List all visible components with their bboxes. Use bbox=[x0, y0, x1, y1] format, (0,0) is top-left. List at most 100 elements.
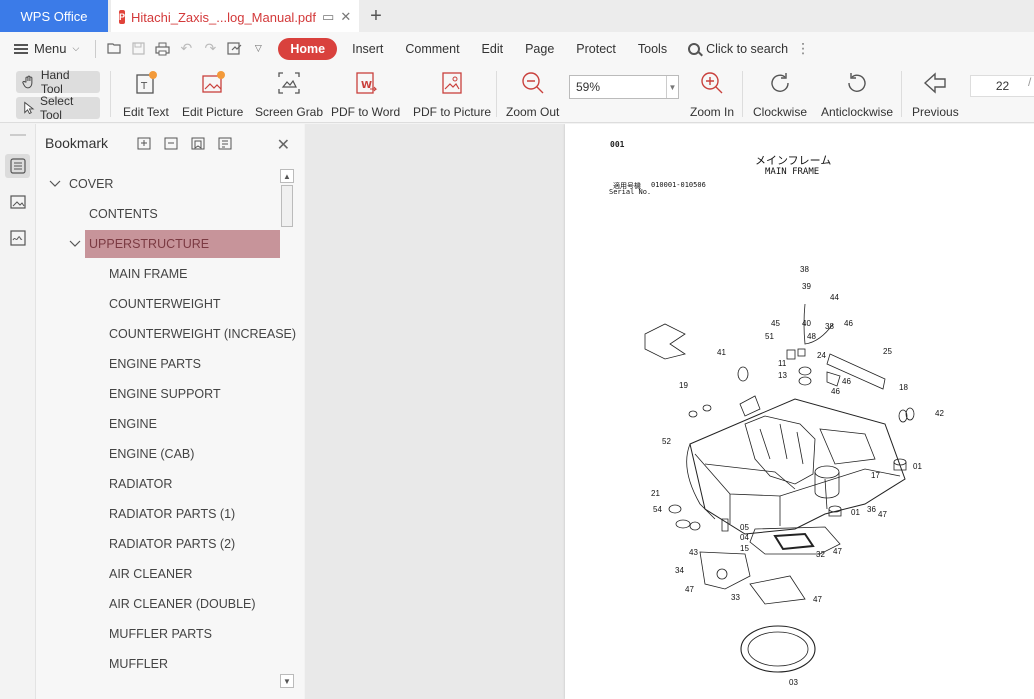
previous-page-button[interactable]: Previous bbox=[912, 69, 959, 119]
scrollbar-thumb[interactable] bbox=[281, 185, 293, 227]
rotate-clockwise-button[interactable]: Clockwise bbox=[753, 69, 807, 119]
part-callout: 52 bbox=[662, 437, 671, 446]
page-number-value: 22 bbox=[995, 79, 1010, 93]
bookmark-item[interactable]: RADIATOR bbox=[36, 469, 284, 499]
more-options-icon[interactable]: ⋮ bbox=[796, 40, 810, 57]
hand-tool-label: Hand Tool bbox=[40, 68, 70, 96]
zoom-out-button[interactable]: Zoom Out bbox=[506, 69, 559, 119]
menu-page[interactable]: Page bbox=[514, 38, 565, 60]
part-callout: 01 bbox=[913, 462, 922, 471]
bookmark-item[interactable]: RADIATOR PARTS (1) bbox=[36, 499, 284, 529]
bookmark-item[interactable]: MUFFLER PARTS bbox=[36, 619, 284, 649]
menu-home[interactable]: Home bbox=[278, 37, 338, 60]
divider bbox=[742, 71, 743, 117]
chevron-down-icon[interactable] bbox=[69, 238, 81, 250]
expand-all-icon[interactable] bbox=[137, 137, 151, 150]
bookmark-item-label: RADIATOR bbox=[109, 477, 173, 491]
rotate-anticlockwise-button[interactable]: Anticlockwise bbox=[821, 69, 893, 119]
chevron-down-icon[interactable]: ▼ bbox=[666, 76, 678, 98]
menu-protect[interactable]: Protect bbox=[565, 38, 627, 60]
close-tab-icon[interactable]: ✕ bbox=[340, 9, 351, 25]
zoom-out-label: Zoom Out bbox=[506, 105, 560, 119]
close-panel-icon[interactable]: ✕ bbox=[277, 135, 290, 155]
part-callout: 18 bbox=[899, 383, 908, 392]
bookmark-panel-button[interactable] bbox=[5, 154, 30, 178]
bookmark-item[interactable]: COUNTERWEIGHT bbox=[36, 289, 284, 319]
edit-picture-button[interactable]: Edit Picture bbox=[182, 69, 243, 119]
bookmark-item-label: MUFFLER bbox=[109, 657, 169, 671]
quick-access-dropdown-icon[interactable]: ▽ bbox=[247, 38, 269, 60]
part-callout: 47 bbox=[685, 585, 694, 594]
bookmark-item[interactable]: COVER bbox=[36, 169, 284, 199]
menu-edit[interactable]: Edit bbox=[471, 38, 515, 60]
hamburger-icon bbox=[14, 43, 28, 54]
menu-comment[interactable]: Comment bbox=[394, 38, 470, 60]
select-tool-label: Select Tool bbox=[39, 94, 74, 122]
wps-office-tab[interactable]: WPS Office bbox=[0, 0, 108, 32]
bookmark-item-label: COUNTERWEIGHT bbox=[109, 297, 221, 311]
title-bar: WPS Office P Hitachi_Zaxis_...log_Manual… bbox=[0, 0, 1034, 32]
divider bbox=[95, 39, 97, 58]
bookmark-item[interactable]: MAIN FRAME bbox=[36, 259, 284, 289]
scroll-down-icon[interactable]: ▼ bbox=[280, 674, 294, 688]
part-callout: 01 bbox=[851, 508, 860, 517]
zoom-in-button[interactable]: Zoom In bbox=[690, 69, 734, 119]
pdf-to-picture-button[interactable]: PDF to Picture bbox=[413, 69, 491, 119]
screen-grab-button[interactable]: Screen Grab bbox=[255, 69, 323, 119]
bookmark-item[interactable]: ENGINE (CAB) bbox=[36, 439, 284, 469]
page-number-input[interactable]: 22 bbox=[970, 75, 1034, 97]
search-box[interactable]: Click to search bbox=[688, 42, 788, 56]
signature-icon bbox=[9, 230, 26, 246]
bookmark-item[interactable]: CONTENTS bbox=[36, 199, 284, 229]
add-bookmark-icon[interactable] bbox=[191, 137, 205, 150]
arrow-left-icon bbox=[924, 72, 947, 94]
pdf-to-word-button[interactable]: W PDF to Word bbox=[331, 69, 400, 119]
bookmark-item[interactable]: COUNTERWEIGHT (INCREASE) bbox=[36, 319, 296, 349]
document-tab[interactable]: P Hitachi_Zaxis_...log_Manual.pdf ▭ ✕ bbox=[111, 0, 359, 32]
save-icon[interactable] bbox=[127, 38, 149, 60]
edit-text-button[interactable]: T Edit Text bbox=[123, 69, 169, 119]
part-callout: 48 bbox=[807, 332, 816, 341]
chevron-down-icon[interactable] bbox=[49, 178, 61, 190]
part-callout: 34 bbox=[675, 566, 684, 575]
redo-icon[interactable]: ↷ bbox=[199, 38, 221, 60]
bookmark-item[interactable]: RADIATOR PARTS (2) bbox=[36, 529, 284, 559]
annotation-panel-button[interactable] bbox=[5, 226, 30, 250]
menu-tools[interactable]: Tools bbox=[627, 38, 678, 60]
select-tool-button[interactable]: Select Tool bbox=[16, 94, 100, 122]
bookmark-scrollbar[interactable]: ▲ ▼ bbox=[280, 169, 294, 689]
bookmark-item[interactable]: UPPERSTRUCTURE bbox=[36, 229, 284, 259]
scroll-up-icon[interactable]: ▲ bbox=[280, 169, 294, 183]
bookmark-item-label: MAIN FRAME bbox=[109, 267, 188, 281]
document-viewport[interactable]: 001 メインフレーム MAIN FRAME 適用号機 010001-01050… bbox=[305, 124, 1034, 699]
bookmark-item[interactable]: MUFFLER bbox=[36, 649, 284, 679]
zoom-level-value: 59% bbox=[576, 80, 601, 94]
export-icon[interactable] bbox=[223, 38, 245, 60]
bookmark-item-label: ENGINE (CAB) bbox=[109, 447, 195, 461]
bookmark-panel-title: Bookmark bbox=[45, 135, 109, 151]
new-tab-button[interactable]: + bbox=[359, 0, 393, 32]
bookmark-item[interactable]: AIR CLEANER (DOUBLE) bbox=[36, 589, 284, 619]
zoom-level-select[interactable]: 59% ▼ bbox=[569, 75, 679, 99]
menu-bar: Menu ⌵ ↶ ↷ ▽ Home Insert Comment Edit Pa… bbox=[0, 32, 1034, 65]
undo-icon[interactable]: ↶ bbox=[175, 38, 197, 60]
part-callout: 11 bbox=[778, 359, 787, 368]
bookmark-item-label: MUFFLER PARTS bbox=[109, 627, 213, 641]
bookmark-item[interactable]: AIR CLEANER bbox=[36, 559, 284, 589]
bookmark-item-label: ENGINE SUPPORT bbox=[109, 387, 221, 401]
pdf-file-icon: P bbox=[119, 10, 126, 24]
open-folder-icon[interactable] bbox=[103, 38, 125, 60]
tab-window-icon[interactable]: ▭ bbox=[322, 9, 334, 25]
bookmark-item[interactable]: ENGINE SUPPORT bbox=[36, 379, 284, 409]
bookmark-panel: Bookmark ✕ COVER CONTENTS UPPERSTRUCTURE MA… bbox=[36, 124, 304, 699]
bookmark-options-icon[interactable] bbox=[218, 137, 232, 150]
hand-tool-button[interactable]: Hand Tool bbox=[16, 68, 100, 96]
part-callout: 40 bbox=[802, 319, 811, 328]
menu-insert[interactable]: Insert bbox=[341, 38, 394, 60]
collapse-all-icon[interactable] bbox=[164, 137, 178, 150]
print-icon[interactable] bbox=[151, 38, 173, 60]
bookmark-item[interactable]: ENGINE PARTS bbox=[36, 349, 284, 379]
main-menu-button[interactable]: Menu ⌵ bbox=[14, 41, 79, 56]
bookmark-item[interactable]: ENGINE bbox=[36, 409, 284, 439]
thumbnail-panel-button[interactable] bbox=[5, 190, 30, 214]
